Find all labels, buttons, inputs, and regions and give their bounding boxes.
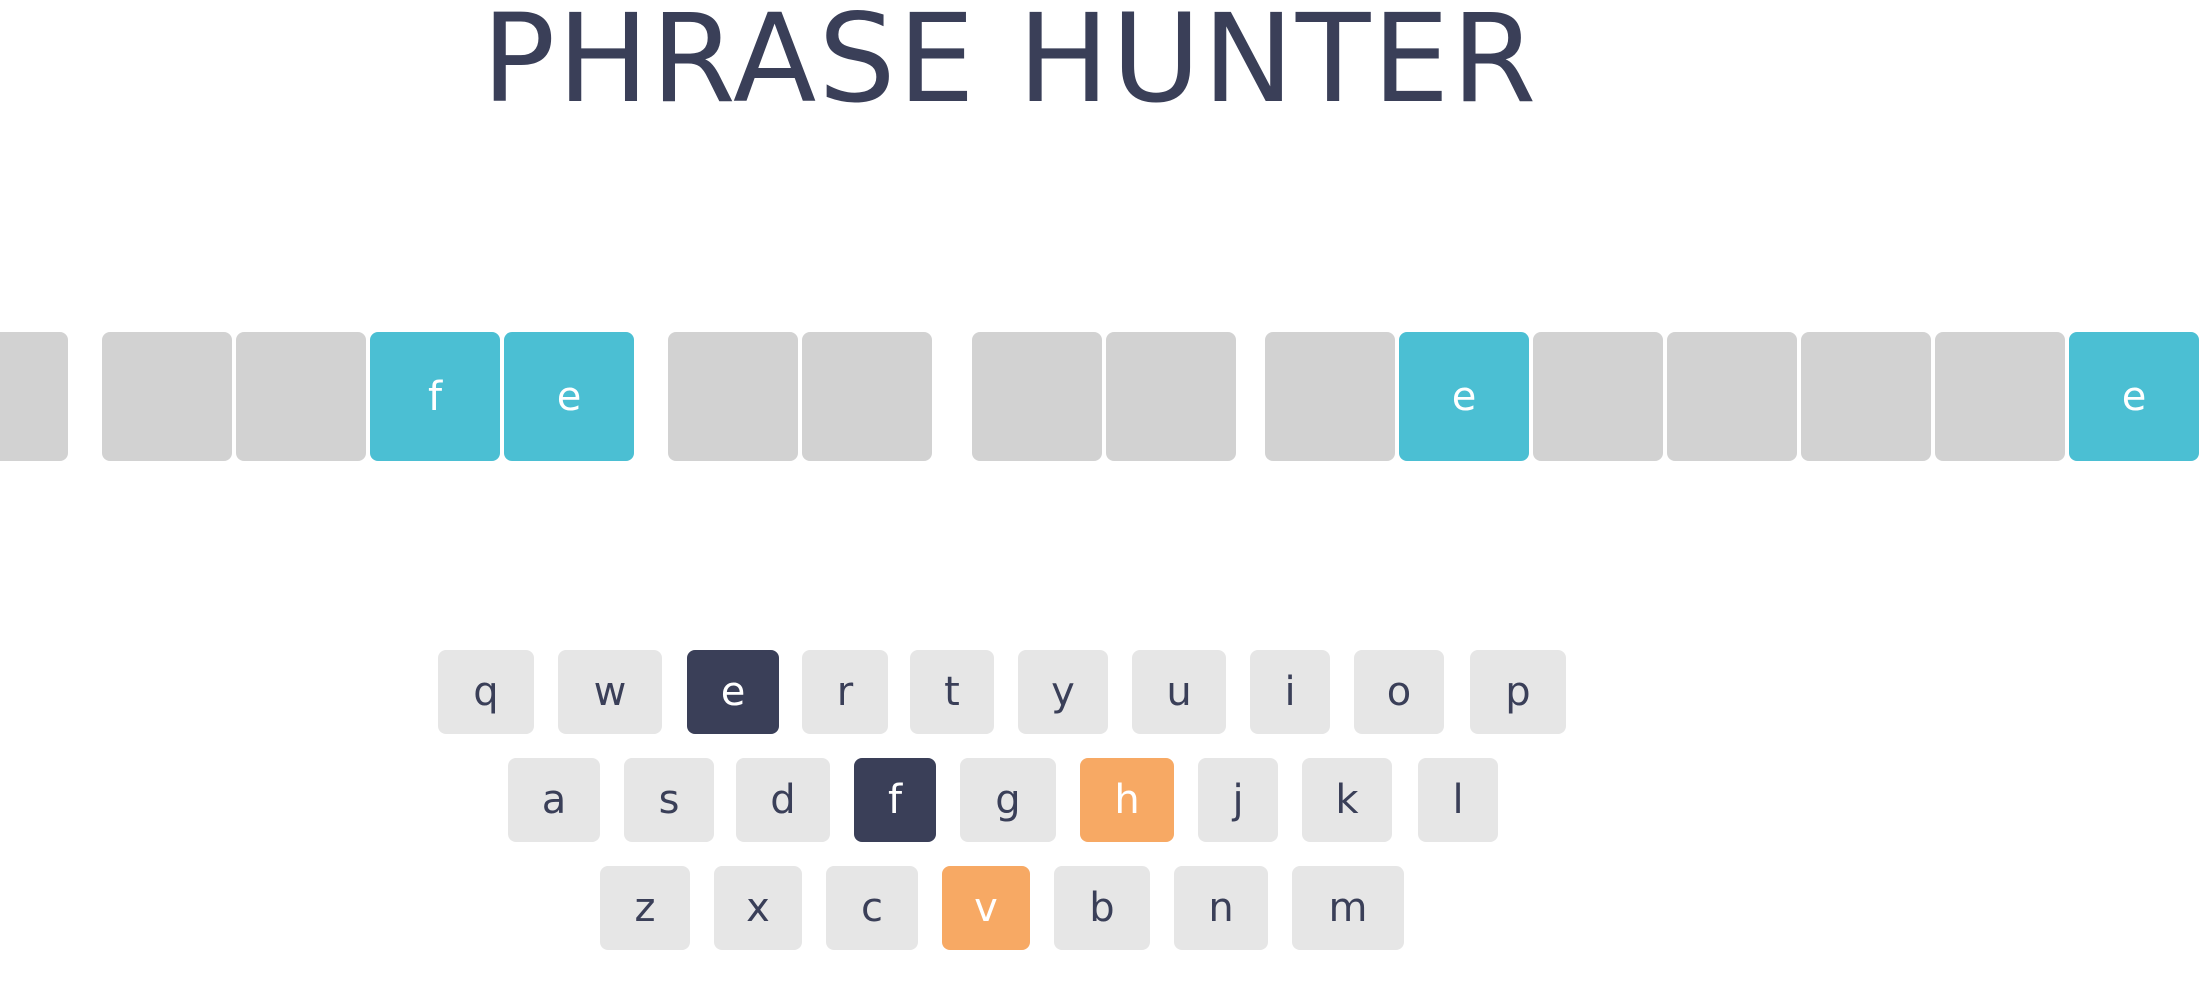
phrase-letter-tile: e (2069, 332, 2199, 461)
game-title: PHRASE HUNTER (481, 0, 1539, 130)
key-m[interactable]: m (1292, 866, 1404, 950)
key-w[interactable]: w (558, 650, 662, 734)
key-u[interactable]: u (1132, 650, 1226, 734)
phrase-letter: e (2121, 373, 2147, 420)
key-l[interactable]: l (1418, 758, 1498, 842)
phrase-letter: f (427, 373, 443, 420)
key-d[interactable]: d (736, 758, 830, 842)
key-t[interactable]: t (910, 650, 994, 734)
key-z[interactable]: z (600, 866, 690, 950)
onscreen-keyboard: qwertyuiopasdfghjklzxcvbnm (0, 0, 2200, 1002)
key-c[interactable]: c (826, 866, 918, 950)
phrase-letter-tile: e (504, 332, 634, 461)
phrase-letter-tile (1667, 332, 1797, 461)
key-p[interactable]: p (1470, 650, 1566, 734)
phrase-letter-tile (1533, 332, 1663, 461)
phrase-letter-tile (236, 332, 366, 461)
phrase-letter-tile (1801, 332, 1931, 461)
key-f[interactable]: f (854, 758, 936, 842)
phrase-letter: e (1451, 373, 1477, 420)
key-x[interactable]: x (714, 866, 802, 950)
phrase-letter-tile (972, 332, 1102, 461)
key-r[interactable]: r (802, 650, 888, 734)
phrase-letter-tile (102, 332, 232, 461)
phrase-letter-tile (1106, 332, 1236, 461)
phrase-letter-tile (1265, 332, 1395, 461)
phrase-letter: e (556, 373, 582, 420)
key-i[interactable]: i (1250, 650, 1330, 734)
key-h[interactable]: h (1080, 758, 1174, 842)
key-o[interactable]: o (1354, 650, 1444, 734)
phrase-letter-tile (802, 332, 932, 461)
phrase-letter-tile (668, 332, 798, 461)
key-a[interactable]: a (508, 758, 600, 842)
key-e[interactable]: e (687, 650, 779, 734)
phrase-letter-tile (1935, 332, 2065, 461)
phrase-board: feee (0, 332, 2200, 461)
key-g[interactable]: g (960, 758, 1056, 842)
phrase-letter-tile: f (370, 332, 500, 461)
key-k[interactable]: k (1302, 758, 1392, 842)
key-b[interactable]: b (1054, 866, 1150, 950)
key-v[interactable]: v (942, 866, 1030, 950)
key-j[interactable]: j (1198, 758, 1278, 842)
key-q[interactable]: q (438, 650, 534, 734)
phrase-letter-tile: e (1399, 332, 1529, 461)
key-s[interactable]: s (624, 758, 714, 842)
phrase-letter-tile (0, 332, 68, 461)
key-n[interactable]: n (1174, 866, 1268, 950)
key-y[interactable]: y (1018, 650, 1108, 734)
